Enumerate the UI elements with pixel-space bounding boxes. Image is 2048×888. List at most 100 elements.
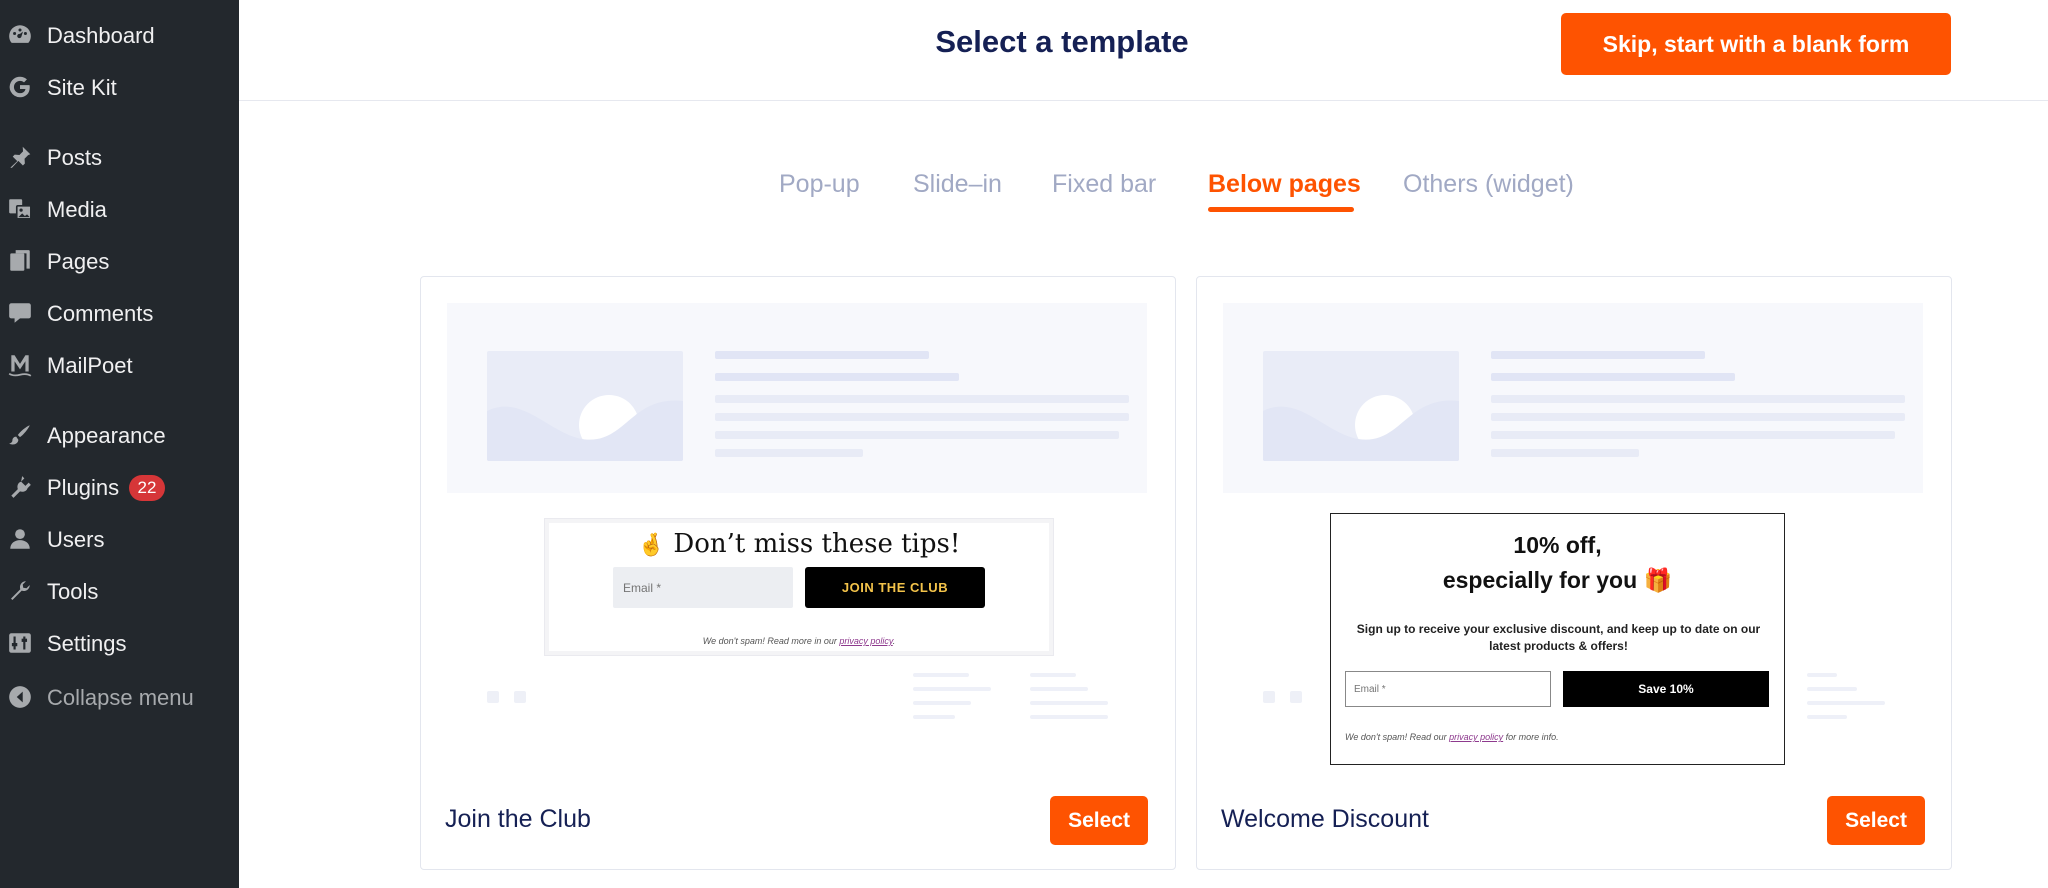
sidebar-item-settings[interactable]: Settings: [0, 620, 239, 664]
template-card-join-the-club[interactable]: 🤞 Don’t miss these tips! JOIN THE CLUB W…: [420, 276, 1176, 870]
admin-sidebar: Dashboard Site Kit Posts Media Pages Com…: [0, 0, 239, 888]
tab-fixed-bar[interactable]: Fixed bar: [1052, 170, 1156, 199]
footer-placeholder-line: [1807, 715, 1847, 719]
placeholder-line: [1491, 373, 1735, 381]
placeholder-line: [715, 449, 863, 457]
comment-icon: [7, 300, 33, 326]
placeholder-line: [1491, 431, 1895, 439]
google-g-icon: [7, 74, 33, 100]
form-heading-line2: especially for you 🎁: [1442, 567, 1673, 593]
sidebar-item-appearance[interactable]: Appearance: [0, 412, 239, 456]
footer-placeholder-line: [913, 687, 991, 691]
privacy-note: We don't spam! Read more in our privacy …: [549, 636, 1049, 646]
footer-placeholder-line: [1030, 701, 1108, 705]
sidebar-item-pages[interactable]: Pages: [0, 238, 239, 282]
template-name: Welcome Discount: [1221, 805, 1429, 833]
tab-below-pages[interactable]: Below pages: [1208, 170, 1361, 199]
form-heading: 🤞 Don’t miss these tips!: [549, 529, 1049, 559]
footer-placeholder-line: [1807, 701, 1885, 705]
collapse-menu-button[interactable]: Collapse menu: [0, 674, 239, 718]
media-icon: [7, 196, 33, 222]
sidebar-item-mailpoet[interactable]: MailPoet: [0, 342, 239, 386]
footer-placeholder-line: [1030, 715, 1108, 719]
page-preview-placeholder: [1223, 303, 1923, 493]
join-club-form-preview: 🤞 Don’t miss these tips! JOIN THE CLUB W…: [545, 519, 1053, 655]
twitter-icon: [487, 691, 499, 703]
select-template-button[interactable]: Select: [1050, 796, 1148, 845]
pages-icon: [7, 248, 33, 274]
user-icon: [7, 526, 33, 552]
sidebar-item-label: MailPoet: [47, 353, 133, 378]
privacy-note-text: We don't spam! Read our: [1345, 732, 1450, 742]
sidebar-item-label: Users: [47, 527, 105, 552]
placeholder-line: [715, 431, 1119, 439]
image-placeholder: [487, 351, 683, 461]
sidebar-item-label: Posts: [47, 145, 103, 170]
pushpin-icon: [7, 144, 33, 170]
sidebar-item-posts[interactable]: Posts: [0, 134, 239, 178]
sidebar-item-label: Comments: [47, 301, 154, 326]
dashboard-icon: [7, 22, 33, 48]
tab-slide-in[interactable]: Slide–in: [913, 170, 1002, 199]
facebook-icon: [1290, 691, 1302, 703]
placeholder-line: [1491, 351, 1705, 359]
sidebar-item-tools[interactable]: Tools: [0, 568, 239, 612]
join-club-submit-preview: JOIN THE CLUB: [805, 567, 985, 608]
collapse-icon: [7, 684, 33, 710]
tab-pop-up[interactable]: Pop-up: [779, 170, 860, 199]
sidebar-item-label: Site Kit: [47, 75, 117, 100]
privacy-policy-link: privacy policy: [839, 636, 893, 646]
privacy-note-end: .: [892, 636, 896, 646]
page-header: Select a template Skip, start with a bla…: [239, 0, 2048, 101]
wrench-icon: [7, 578, 33, 604]
footer-placeholder-line: [1807, 687, 1857, 691]
sidebar-item-plugins[interactable]: Plugins 22: [0, 464, 239, 508]
sidebar-item-label: Media: [47, 197, 107, 222]
active-tab-underline: [1208, 207, 1354, 212]
sidebar-item-label: Tools: [47, 579, 99, 604]
welcome-discount-form-preview: 10% off, especially for you 🎁 Sign up to…: [1330, 513, 1785, 765]
form-heading-text: Don’t miss these tips!: [673, 529, 961, 559]
template-card-welcome-discount[interactable]: 10% off, especially for you 🎁 Sign up to…: [1196, 276, 1952, 870]
facebook-icon: [514, 691, 526, 703]
placeholder-line: [1491, 413, 1905, 421]
sidebar-item-comments[interactable]: Comments: [0, 290, 239, 334]
form-description: Sign up to receive your exclusive discou…: [1356, 622, 1761, 653]
privacy-note: We don't spam! Read our privacy policy f…: [1345, 732, 1775, 742]
sidebar-item-label: Appearance: [47, 423, 166, 448]
page-preview-placeholder: [447, 303, 1147, 493]
plugins-update-badge: 22: [129, 475, 165, 501]
brush-icon: [7, 422, 33, 448]
tab-others-widget[interactable]: Others (widget): [1403, 170, 1574, 199]
placeholder-line: [715, 413, 1129, 421]
sidebar-item-users[interactable]: Users: [0, 516, 239, 560]
privacy-policy-link: privacy policy: [1449, 732, 1504, 742]
placeholder-line: [715, 351, 929, 359]
footer-placeholder-line: [1030, 687, 1088, 691]
footer-placeholder-line: [1030, 673, 1076, 677]
fingers-crossed-icon: 🤞: [637, 533, 666, 558]
sidebar-item-label: Plugins: [47, 475, 120, 500]
sidebar-item-label: Dashboard: [47, 23, 155, 48]
select-template-button[interactable]: Select: [1827, 796, 1925, 845]
footer-placeholder-line: [913, 715, 955, 719]
placeholder-line: [715, 373, 959, 381]
privacy-note-text: We don't spam! Read more in our: [702, 636, 840, 646]
save-10-submit-preview: Save 10%: [1563, 671, 1769, 707]
form-heading-line1: 10% off,: [1513, 532, 1602, 558]
twitter-icon: [1263, 691, 1275, 703]
image-placeholder: [1263, 351, 1459, 461]
email-field-preview: [1345, 671, 1551, 707]
placeholder-line: [1491, 449, 1639, 457]
sidebar-item-site-kit[interactable]: Site Kit: [0, 64, 239, 108]
sidebar-item-dashboard[interactable]: Dashboard: [0, 12, 239, 56]
sidebar-item-media[interactable]: Media: [0, 186, 239, 230]
settings-icon: [7, 630, 33, 656]
plugin-icon: [7, 474, 33, 500]
template-name: Join the Club: [445, 805, 591, 833]
footer-placeholder-line: [1807, 673, 1837, 677]
email-field-preview: [613, 567, 793, 608]
page-title: Select a template: [935, 24, 1189, 59]
skip-blank-form-button[interactable]: Skip, start with a blank form: [1561, 13, 1951, 75]
footer-placeholder-line: [913, 673, 969, 677]
